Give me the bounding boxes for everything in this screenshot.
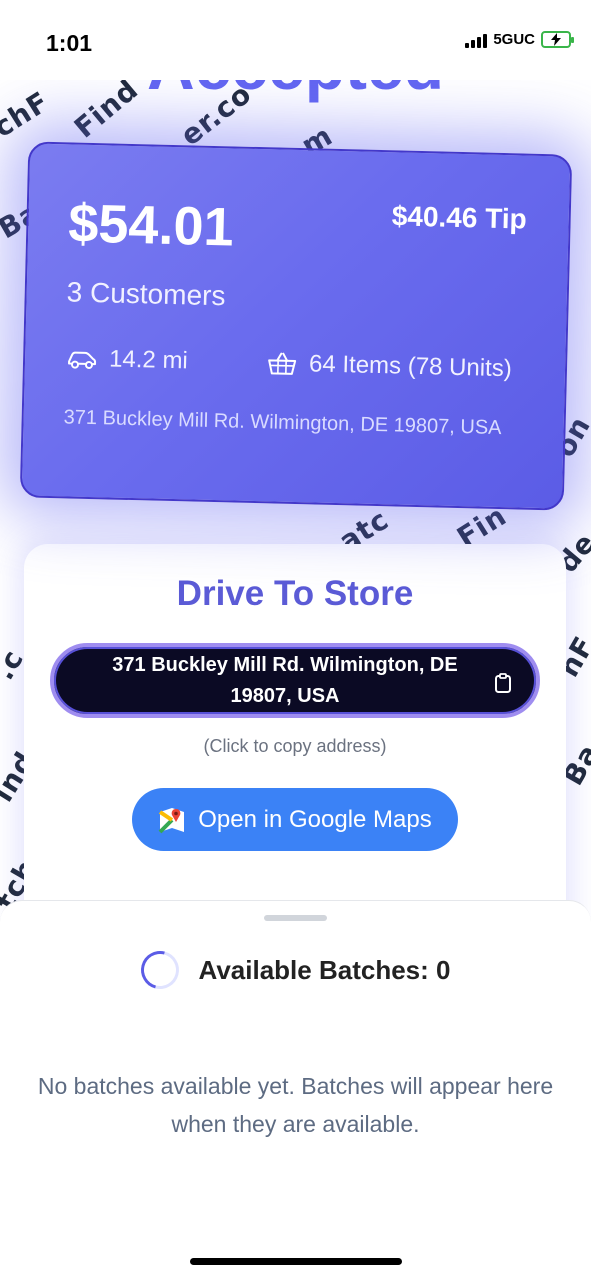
status-indicators: 5GUC	[465, 31, 574, 48]
batch-tip: $40.46 Tip	[391, 200, 528, 235]
store-address: 371 Buckley Mill Rd. Wilmington, DE 1980…	[63, 406, 502, 440]
address-text: 371 Buckley Mill Rd. Wilmington, DE 1980…	[112, 653, 458, 707]
signal-icon	[465, 32, 488, 48]
distance-info: 14.2 mi	[65, 344, 188, 375]
batch-summary-card: $54.01 $40.46 Tip 3 Customers 14.2 mi 64…	[19, 141, 573, 511]
drive-title: Drive To Store	[176, 574, 414, 613]
available-batches-sheet: Available Batches: 0 No batches availabl…	[0, 900, 591, 1280]
copy-hint: (Click to copy address)	[203, 736, 387, 756]
sheet-drag-handle[interactable]	[264, 915, 327, 921]
customer-count: 3 Customers	[66, 276, 226, 312]
battery-charging-icon	[541, 31, 574, 48]
clipboard-icon	[495, 673, 511, 693]
network-label: 5GUC	[493, 31, 535, 48]
home-indicator[interactable]	[190, 1258, 402, 1265]
loading-spinner-icon	[133, 944, 186, 996]
empty-batches-message: No batches available yet. Batches will a…	[37, 1073, 554, 1137]
copy-address-button[interactable]: 371 Buckley Mill Rd. Wilmington, DE 1980…	[50, 643, 540, 718]
distance-value: 14.2 mi	[108, 345, 189, 375]
batch-price: $54.01	[67, 193, 235, 258]
car-icon	[68, 351, 97, 369]
open-google-maps-button[interactable]: Open in Google Maps	[132, 788, 458, 851]
items-info: 64 Items (78 Units)	[267, 349, 512, 383]
items-value: 64 Items (78 Units)	[308, 350, 513, 383]
basket-icon	[268, 352, 297, 375]
batches-header: Available Batches: 0	[0, 944, 591, 996]
maps-button-label: Open in Google Maps	[198, 805, 432, 833]
status-time: 1:01	[46, 30, 93, 56]
google-maps-icon	[158, 807, 185, 833]
batches-title: Available Batches: 0	[198, 954, 451, 985]
drive-to-store-panel: Drive To Store 371 Buckley Mill Rd. Wilm…	[24, 544, 566, 944]
status-bar: 1:01 5GUC	[0, 0, 591, 80]
